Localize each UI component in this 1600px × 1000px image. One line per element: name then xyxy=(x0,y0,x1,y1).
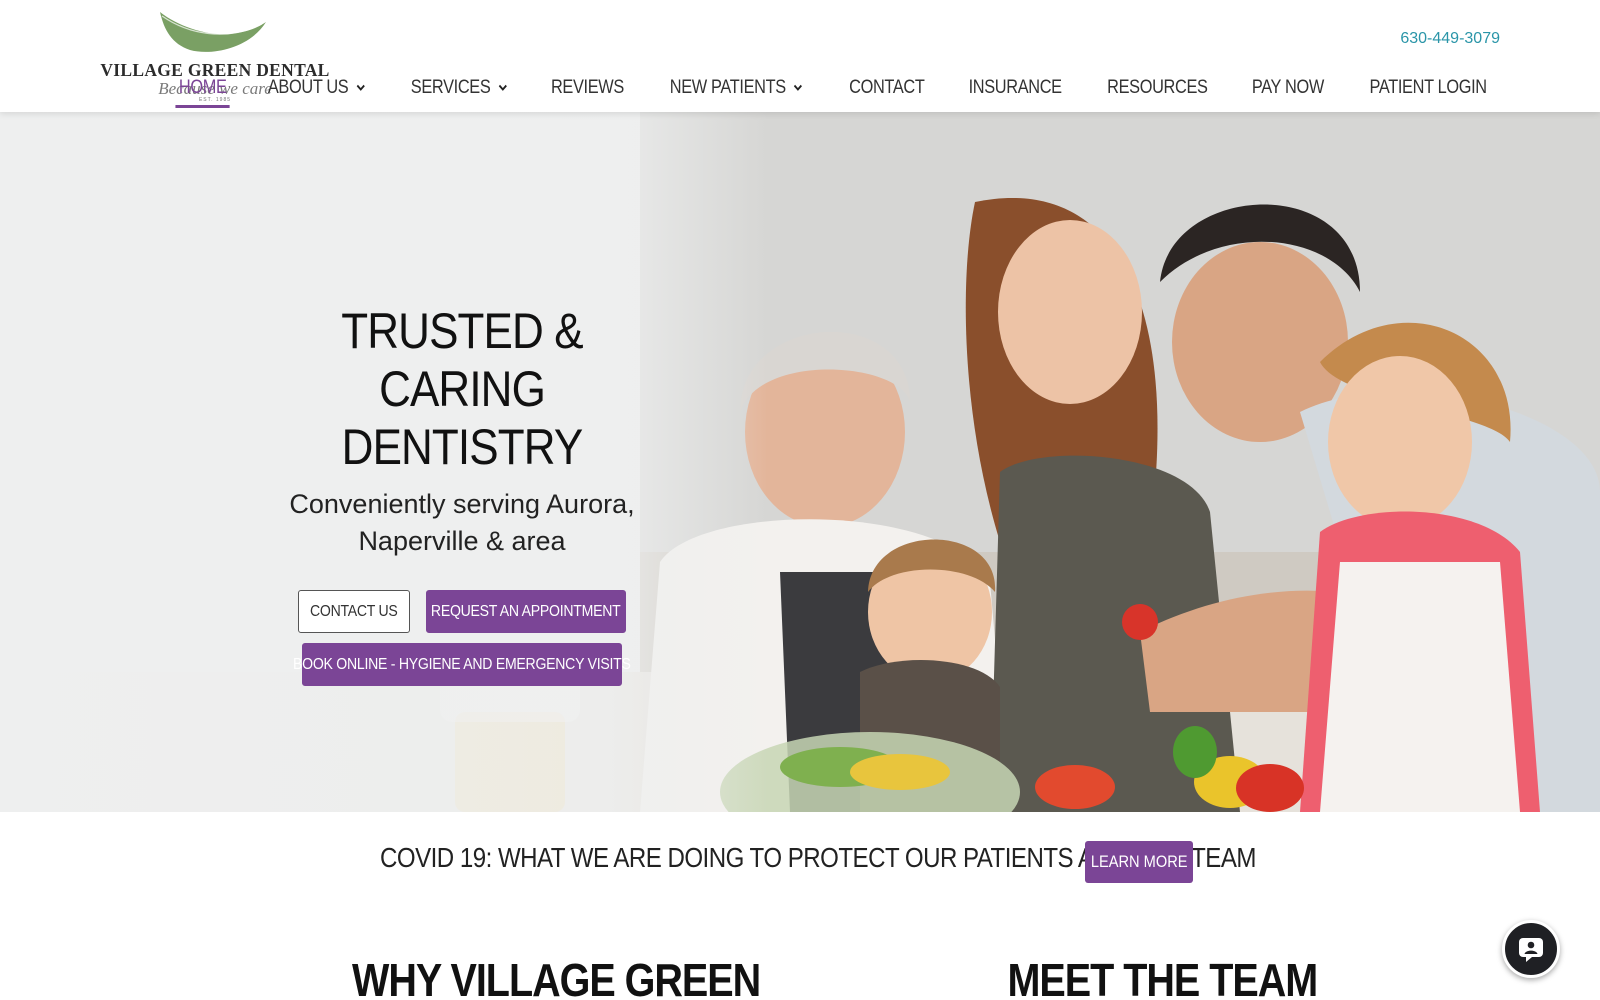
nav-label: PAY NOW xyxy=(1251,77,1324,98)
nav-about-us[interactable]: ABOUT US xyxy=(265,68,369,108)
learn-more-label: LEARN MORE xyxy=(1090,852,1188,871)
request-appointment-button[interactable]: REQUEST AN APPOINTMENT xyxy=(426,590,626,633)
nav-contact[interactable]: CONTACT xyxy=(846,68,928,108)
site-header: VILLAGE GREEN DENTAL Because we care EST… xyxy=(0,0,1600,112)
hero-title: TRUSTED & CARING DENTISTRY xyxy=(286,302,638,476)
leaf-icon xyxy=(160,12,266,52)
hero-banner: TRUSTED & CARING DENTISTRY Conveniently … xyxy=(0,112,1600,812)
book-online-label: BOOK ONLINE - HYGIENE AND EMERGENCY VISI… xyxy=(293,655,631,673)
hero-subtitle-line1: Conveniently serving Aurora, xyxy=(289,489,635,519)
nav-label: RESOURCES xyxy=(1107,77,1208,98)
request-appointment-label: REQUEST AN APPOINTMENT xyxy=(431,602,621,620)
nav-patient-login[interactable]: PATIENT LOGIN xyxy=(1366,68,1490,108)
hero-family-photo xyxy=(0,112,1600,812)
nav-label: REVIEWS xyxy=(550,77,624,98)
nav-label: HOME xyxy=(178,77,227,98)
nav-reviews[interactable]: REVIEWS xyxy=(547,68,627,108)
why-village-green-heading: WHY VILLAGE GREEN xyxy=(352,954,761,1000)
nav-home[interactable]: HOME xyxy=(175,68,231,108)
nav-label: SERVICES xyxy=(410,77,491,98)
hero-button-row: CONTACT US REQUEST AN APPOINTMENT xyxy=(262,590,662,633)
covid-banner: COVID 19: WHAT WE ARE DOING TO PROTECT O… xyxy=(0,812,1600,912)
nav-label: ABOUT US xyxy=(268,77,349,98)
chat-icon xyxy=(1519,938,1543,962)
hero-content: TRUSTED & CARING DENTISTRY Conveniently … xyxy=(262,302,662,686)
meet-the-team-heading: MEET THE TEAM xyxy=(1007,954,1319,1000)
nav-label: INSURANCE xyxy=(968,77,1062,98)
hero-subtitle: Conveniently serving Aurora, Naperville … xyxy=(262,486,662,560)
contact-us-label: CONTACT US xyxy=(310,602,398,620)
hero-title-line2: DENTISTRY xyxy=(341,419,584,475)
chevron-down-icon xyxy=(498,84,507,91)
chevron-down-icon xyxy=(794,84,803,91)
nav-services[interactable]: SERVICES xyxy=(407,68,510,108)
chevron-down-icon xyxy=(356,84,365,91)
nav-label: CONTACT xyxy=(849,77,925,98)
nav-resources[interactable]: RESOURCES xyxy=(1104,68,1211,108)
nav-insurance[interactable]: INSURANCE xyxy=(965,68,1065,108)
hero-subtitle-line2: Naperville & area xyxy=(358,526,566,556)
main-nav: HOME ABOUT US SERVICES REVIEWS NEW PATIE… xyxy=(171,68,1500,110)
learn-more-button[interactable]: LEARN MORE xyxy=(1085,841,1193,883)
nav-label: PATIENT LOGIN xyxy=(1369,77,1487,98)
nav-label: NEW PATIENTS xyxy=(670,77,787,98)
nav-pay-now[interactable]: PAY NOW xyxy=(1248,68,1327,108)
chat-button[interactable] xyxy=(1502,920,1560,978)
hero-title-line1: TRUSTED & CARING xyxy=(341,303,583,417)
contact-us-button[interactable]: CONTACT US xyxy=(298,590,410,633)
phone-link[interactable]: 630-449-3079 xyxy=(1400,30,1500,48)
nav-new-patients[interactable]: NEW PATIENTS xyxy=(667,68,806,108)
book-online-button[interactable]: BOOK ONLINE - HYGIENE AND EMERGENCY VISI… xyxy=(293,643,631,686)
